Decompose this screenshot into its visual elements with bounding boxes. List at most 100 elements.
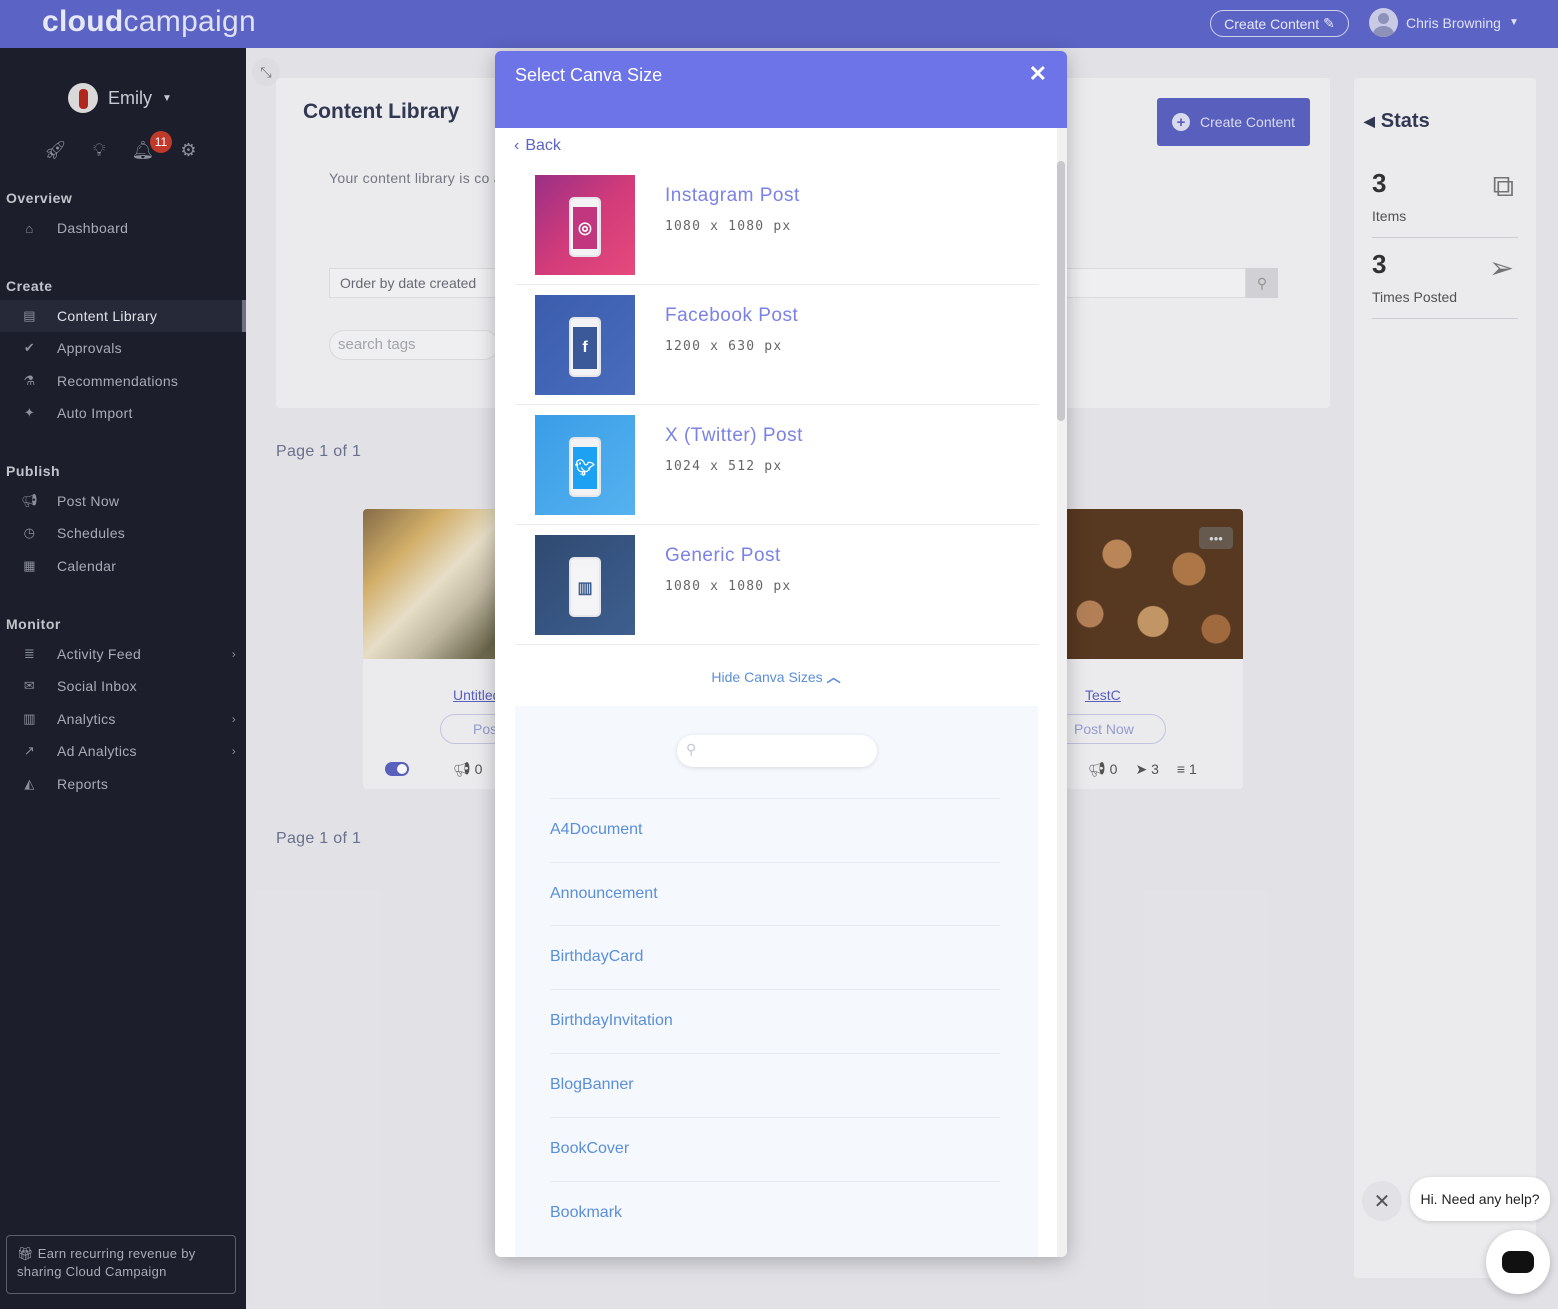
home-icon: ⌂	[25, 220, 34, 236]
phone-icon: ◎	[569, 197, 601, 257]
sidebar-item-label: Calendar	[57, 558, 117, 574]
section-create: Create	[6, 278, 53, 294]
top-create-content-button[interactable]: Create Content ✎	[1210, 10, 1349, 37]
back-button[interactable]: ‹ Back	[514, 137, 561, 155]
scrollbar-thumb[interactable]	[1057, 161, 1065, 421]
flask-icon: ⚗	[23, 373, 36, 388]
canva-search-input[interactable]: ⚲	[677, 735, 877, 767]
sidebar-item-social-inbox[interactable]: ✉ Social Inbox	[0, 670, 246, 702]
bullhorn-icon: 📢︎	[21, 493, 38, 508]
avatar	[1369, 8, 1398, 37]
chevron-right-icon: ›	[231, 712, 236, 726]
magic-wand-icon: ✦	[23, 405, 36, 420]
sidebar-item-auto-import[interactable]: ✦ Auto Import	[0, 397, 246, 429]
sidebar-item-post-now[interactable]: 📢︎ Post Now	[0, 485, 246, 517]
sidebar-item-label: Analytics	[57, 711, 116, 727]
size-name: Facebook Post	[665, 305, 799, 326]
modal-title: Select Canva Size	[515, 65, 663, 85]
calendar-icon: ▦	[23, 558, 36, 573]
user-menu[interactable]: Chris Browning ▼	[1369, 8, 1519, 37]
size-dimensions: 1024 x 512 px	[665, 459, 783, 474]
chevron-up-icon: ︿	[826, 669, 841, 685]
gift-icon: 🎁︎	[17, 1246, 34, 1261]
size-dimensions: 1080 x 1080 px	[665, 579, 792, 594]
sidebar-item-recommendations[interactable]: ⚗ Recommendations	[0, 365, 246, 397]
gear-icon[interactable]: ⚙	[180, 140, 196, 161]
phone-icon: f	[569, 317, 601, 377]
clock-icon: ◷	[23, 525, 36, 540]
canva-types-list: ⚲ A4Document Announcement BirthdayCard B…	[515, 706, 1038, 1257]
workspace-avatar	[68, 83, 98, 113]
chat-greeting-bubble[interactable]: Hi. Need any help?	[1410, 1177, 1550, 1221]
size-name: Generic Post	[665, 545, 781, 566]
chat-launcher-button[interactable]	[1486, 1230, 1550, 1294]
sidebar-item-ad-analytics[interactable]: ↗ Ad Analytics ›	[0, 735, 246, 767]
sidebar-item-analytics[interactable]: ▥ Analytics ›	[0, 703, 246, 735]
list-icon: ≣	[23, 646, 36, 661]
sidebar-item-label: Social Inbox	[57, 678, 137, 694]
sidebar-item-approvals[interactable]: ✔ Approvals	[0, 332, 246, 364]
workspace-switcher[interactable]: Emily ▼	[68, 83, 172, 113]
lightbulb-icon[interactable]: 💡︎	[93, 140, 106, 161]
close-icon[interactable]: ✕	[1029, 61, 1047, 87]
sidebar-item-label: Content Library	[57, 308, 158, 324]
sidebar-item-reports[interactable]: ◭ Reports	[0, 768, 246, 800]
top-navbar: cloudcampaign Create Content ✎ Chris Bro…	[0, 0, 1558, 48]
canva-type-item[interactable]: BlogBanner	[550, 1053, 1000, 1117]
envelope-icon: ✉	[23, 678, 36, 693]
notification-badge: 11	[150, 131, 172, 153]
sidebar-item-label: Dashboard	[57, 220, 129, 236]
canva-size-option-generic[interactable]: ▥ Generic Post 1080 x 1080 px	[515, 525, 1038, 645]
facebook-icon: f	[573, 327, 597, 369]
canva-type-item[interactable]: BirthdayInvitation	[550, 989, 1000, 1053]
canva-size-option-instagram[interactable]: ◎ Instagram Post 1080 x 1080 px	[515, 165, 1038, 285]
referral-text: Earn recurring revenue by sharing Cloud …	[17, 1246, 196, 1279]
section-overview: Overview	[6, 190, 73, 206]
twitter-thumbnail: 🐦︎	[535, 415, 635, 515]
section-monitor: Monitor	[6, 616, 61, 632]
sidebar-item-label: Approvals	[57, 340, 122, 356]
modal-header: Select Canva Size ✕	[495, 51, 1067, 128]
canva-type-item[interactable]: Bookmark	[550, 1181, 1000, 1245]
edit-icon: ✎	[1323, 15, 1335, 31]
building-icon: ▥	[573, 567, 597, 609]
sidebar-item-label: Activity Feed	[57, 646, 142, 662]
sidebar-item-label: Auto Import	[57, 405, 133, 421]
caret-down-icon: ▼	[162, 92, 172, 104]
top-create-content-label: Create Content	[1224, 15, 1320, 32]
caret-down-icon: ▼	[1508, 17, 1519, 28]
sidebar-item-schedules[interactable]: ◷ Schedules	[0, 517, 246, 549]
sidebar-item-dashboard[interactable]: ⌂ Dashboard	[0, 212, 246, 244]
area-chart-icon: ◭	[24, 776, 35, 791]
size-dimensions: 1200 x 630 px	[665, 339, 783, 354]
section-publish: Publish	[6, 463, 61, 479]
sidebar-item-label: Ad Analytics	[57, 743, 137, 759]
hide-canva-sizes-link[interactable]: Hide Canva Sizes ︿	[495, 667, 1057, 687]
hide-canva-sizes-label: Hide Canva Sizes	[711, 669, 823, 685]
phone-icon: 🐦︎	[569, 437, 601, 497]
chat-dismiss-button[interactable]: ✕	[1362, 1181, 1402, 1221]
sidebar-item-calendar[interactable]: ▦ Calendar	[0, 550, 246, 582]
referral-banner[interactable]: 🎁︎ Earn recurring revenue by sharing Clo…	[6, 1235, 236, 1294]
app-logo[interactable]: cloudcampaign	[42, 5, 256, 39]
line-chart-icon: ↗	[23, 743, 36, 758]
chevron-right-icon: ›	[231, 744, 236, 758]
check-circle-icon: ✔	[23, 340, 36, 355]
chevron-left-icon: ‹	[514, 137, 520, 154]
size-name: X (Twitter) Post	[665, 425, 803, 446]
canva-size-option-facebook[interactable]: f Facebook Post 1200 x 630 px	[515, 285, 1038, 405]
canva-type-item[interactable]: Announcement	[550, 862, 1000, 926]
canva-size-option-twitter[interactable]: 🐦︎ X (Twitter) Post 1024 x 512 px	[515, 405, 1038, 525]
sidebar-item-activity-feed[interactable]: ≣ Activity Feed ›	[0, 638, 246, 670]
canva-type-item[interactable]: BirthdayCard	[550, 925, 1000, 989]
size-dimensions: 1080 x 1080 px	[665, 219, 792, 234]
close-icon: ✕	[1373, 1190, 1391, 1213]
canva-type-item[interactable]: A4Document	[550, 798, 1000, 862]
workspace-name: Emily	[108, 87, 152, 108]
canva-type-item[interactable]: BookCover	[550, 1117, 1000, 1181]
rocket-icon[interactable]: 🚀︎	[44, 140, 67, 161]
select-canva-size-modal: Select Canva Size ✕ ‹ Back ◎ Instagram P…	[495, 51, 1067, 1257]
sidebar-item-content-library[interactable]: ▤ Content Library	[0, 300, 246, 332]
sidebar-item-label: Schedules	[57, 525, 126, 541]
facebook-thumbnail: f	[535, 295, 635, 395]
